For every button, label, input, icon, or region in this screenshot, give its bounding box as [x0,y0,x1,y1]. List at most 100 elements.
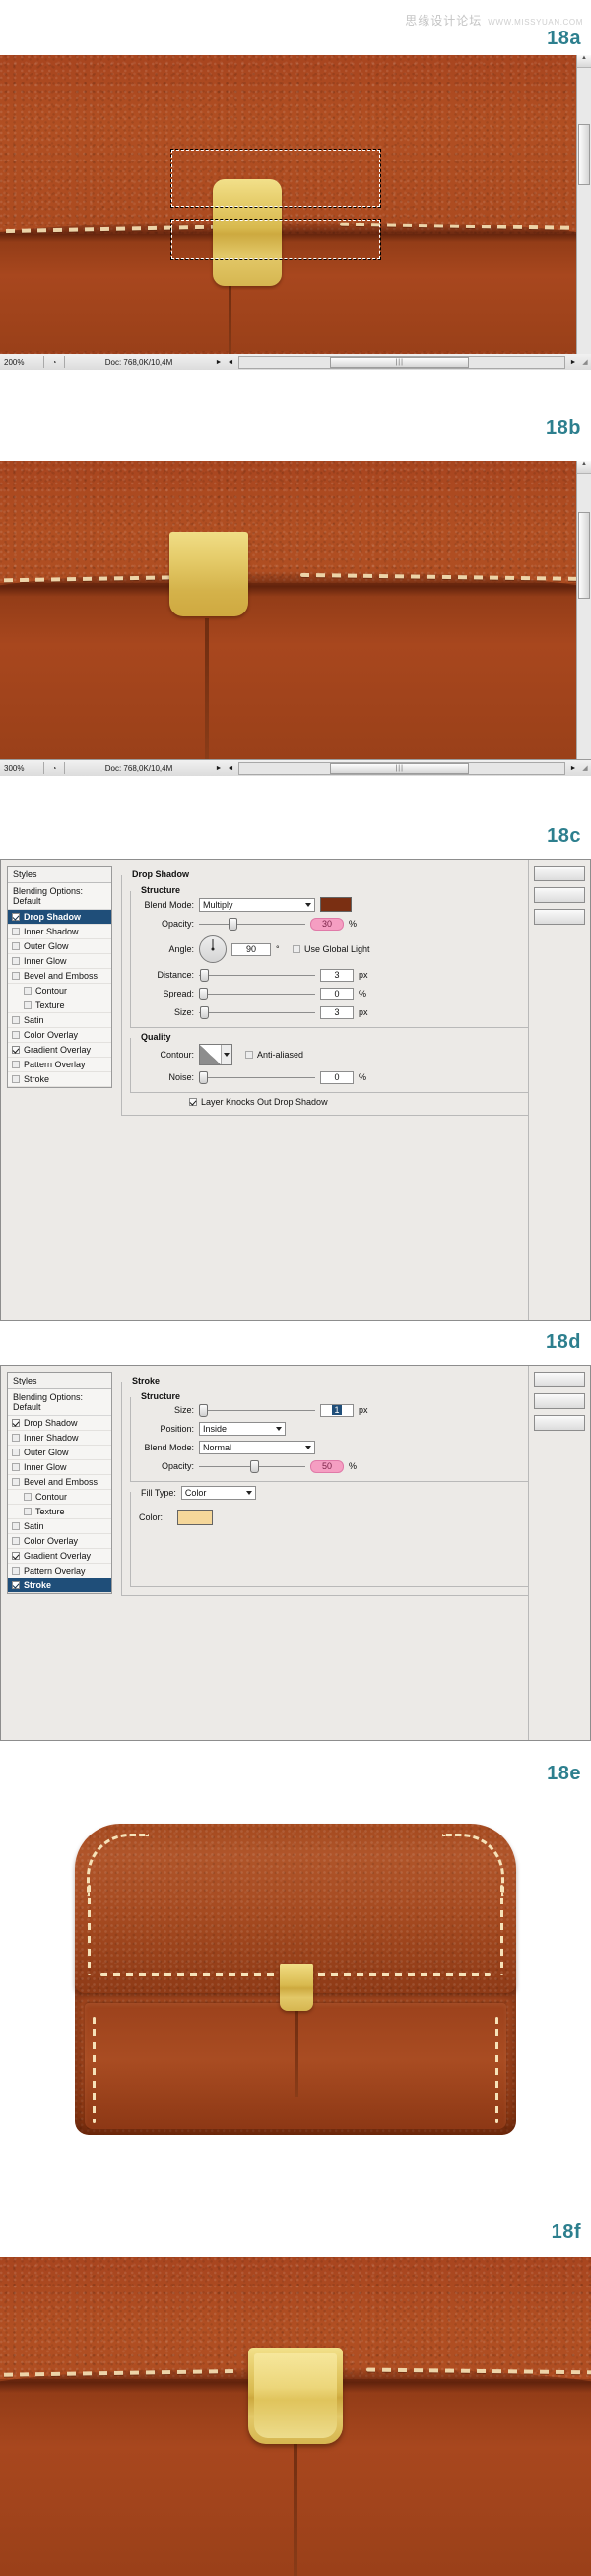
canvas-vscrollbar-18b[interactable]: ▲ [576,461,591,760]
style-item-texture[interactable]: Texture [8,1505,111,1519]
scroll-up-icon[interactable]: ▲ [577,461,591,474]
opacity-value[interactable]: 30 [310,917,344,931]
checkbox-icon[interactable] [12,1031,20,1039]
blending-options-row[interactable]: Blending Options: Default [8,1389,111,1416]
checkbox-icon[interactable] [12,957,20,965]
checkbox-icon[interactable] [12,1016,20,1024]
size-value[interactable]: 3 [320,1005,354,1019]
blending-options-row[interactable]: Blending Options: Default [8,883,111,910]
canvas-18b[interactable] [0,461,577,776]
style-item-outer-glow[interactable]: Outer Glow [8,939,111,954]
checkbox-icon[interactable] [12,913,20,921]
ok-button[interactable] [534,866,585,881]
blend-mode-select[interactable]: Normal [199,1441,315,1454]
style-item-stroke[interactable]: Stroke [8,1072,111,1087]
checkbox-icon[interactable] [12,1567,20,1575]
checkbox-icon[interactable] [12,1449,20,1456]
zoom-level-18b[interactable]: 300% [0,764,43,773]
opacity-value[interactable]: 50 [310,1459,344,1473]
hscrollbar-18b[interactable]: ||| [238,761,565,775]
style-item-color-overlay[interactable]: Color Overlay [8,1028,111,1043]
spread-value[interactable]: 0 [320,987,354,1000]
distance-slider[interactable] [199,968,315,982]
checkbox-icon[interactable] [24,1508,32,1515]
style-item-drop-shadow[interactable]: Drop Shadow [8,1416,111,1431]
checkbox-icon[interactable] [293,945,300,953]
scroll-thumb[interactable] [578,124,590,185]
anti-aliased-row[interactable]: Anti-aliased [245,1050,303,1060]
selection-marquee-top[interactable] [170,149,381,208]
style-item-pattern-overlay[interactable]: Pattern Overlay [8,1058,111,1072]
scroll-up-icon[interactable]: ▲ [577,55,591,68]
opacity-slider[interactable] [199,1459,305,1473]
style-item-contour[interactable]: Contour [8,984,111,998]
canvas-18f[interactable] [0,2257,591,2576]
size-slider[interactable] [199,1005,315,1019]
checkbox-icon[interactable] [12,1478,20,1486]
preview-checkbox-area[interactable] [534,931,585,944]
style-item-inner-glow[interactable]: Inner Glow [8,954,111,969]
hscroll-left-icon[interactable]: ◄ [225,765,236,772]
scroll-thumb[interactable] [578,512,590,599]
style-item-pattern-overlay[interactable]: Pattern Overlay [8,1564,111,1578]
new-style-button[interactable] [534,909,585,925]
canvas-vscrollbar-18a[interactable]: ▲ [576,55,591,354]
use-global-light-row[interactable]: Use Global Light [293,944,370,954]
checkbox-icon[interactable] [12,1061,20,1068]
checkbox-icon[interactable] [24,987,32,995]
checkbox-icon[interactable] [189,1098,197,1106]
slider-knob[interactable] [229,917,238,931]
doc-info-icon[interactable]: ◔ [44,764,64,773]
checkbox-icon[interactable] [12,1434,20,1442]
hscroll-thumb[interactable]: ||| [330,762,469,774]
noise-value[interactable]: 0 [320,1070,354,1084]
checkbox-icon[interactable] [12,1522,20,1530]
slider-knob[interactable] [199,987,208,1000]
new-style-button[interactable] [534,1415,585,1431]
position-select[interactable]: Inside [199,1422,286,1436]
blend-mode-select[interactable]: Multiply [199,897,315,912]
cancel-button[interactable] [534,1393,585,1409]
checkbox-icon[interactable] [12,1075,20,1083]
checkbox-icon[interactable] [12,1046,20,1054]
checkbox-icon[interactable] [12,972,20,980]
style-item-inner-shadow[interactable]: Inner Shadow [8,1431,111,1446]
shadow-color-swatch[interactable] [320,897,352,912]
style-item-inner-shadow[interactable]: Inner Shadow [8,925,111,939]
checkbox-icon[interactable] [245,1051,253,1059]
selection-marquee-bottom[interactable] [170,219,381,260]
slider-knob[interactable] [249,1459,259,1473]
style-item-color-overlay[interactable]: Color Overlay [8,1534,111,1549]
style-item-contour[interactable]: Contour [8,1490,111,1505]
style-item-texture[interactable]: Texture [8,998,111,1013]
chevron-down-icon[interactable] [305,902,311,907]
contour-preset-picker[interactable] [199,1044,232,1065]
zoom-level-18a[interactable]: 200% [0,358,43,367]
slider-knob[interactable] [199,1070,208,1084]
slider-knob[interactable] [200,968,210,982]
gold-buckle[interactable] [169,532,248,616]
style-item-satin[interactable]: Satin [8,1013,111,1028]
status-expand-icon[interactable]: ► [213,359,225,366]
spread-slider[interactable] [199,987,315,1000]
hscroll-right-icon[interactable]: ► [567,359,579,366]
resize-grip-icon[interactable]: ◢ [579,358,591,366]
checkbox-icon[interactable] [12,942,20,950]
angle-value[interactable]: 90 [231,942,271,956]
hscroll-left-icon[interactable]: ◄ [225,359,236,366]
fill-type-select[interactable]: Color [180,1486,256,1500]
checkbox-icon[interactable] [12,1463,20,1471]
style-item-stroke[interactable]: Stroke [8,1578,111,1593]
chevron-down-icon[interactable] [276,1427,282,1431]
chevron-down-icon[interactable] [221,1045,231,1064]
style-item-inner-glow[interactable]: Inner Glow [8,1460,111,1475]
chevron-down-icon[interactable] [305,1446,311,1449]
hscrollbar-18a[interactable]: ||| [238,355,565,369]
style-item-bevel-and-emboss[interactable]: Bevel and Emboss [8,969,111,984]
hscroll-right-icon[interactable]: ► [567,765,579,772]
size-value-field[interactable]: 1 [320,1403,354,1417]
checkbox-icon[interactable] [12,928,20,935]
style-item-bevel-and-emboss[interactable]: Bevel and Emboss [8,1475,111,1490]
stroke-color-swatch[interactable] [177,1510,213,1525]
ok-button[interactable] [534,1372,585,1387]
